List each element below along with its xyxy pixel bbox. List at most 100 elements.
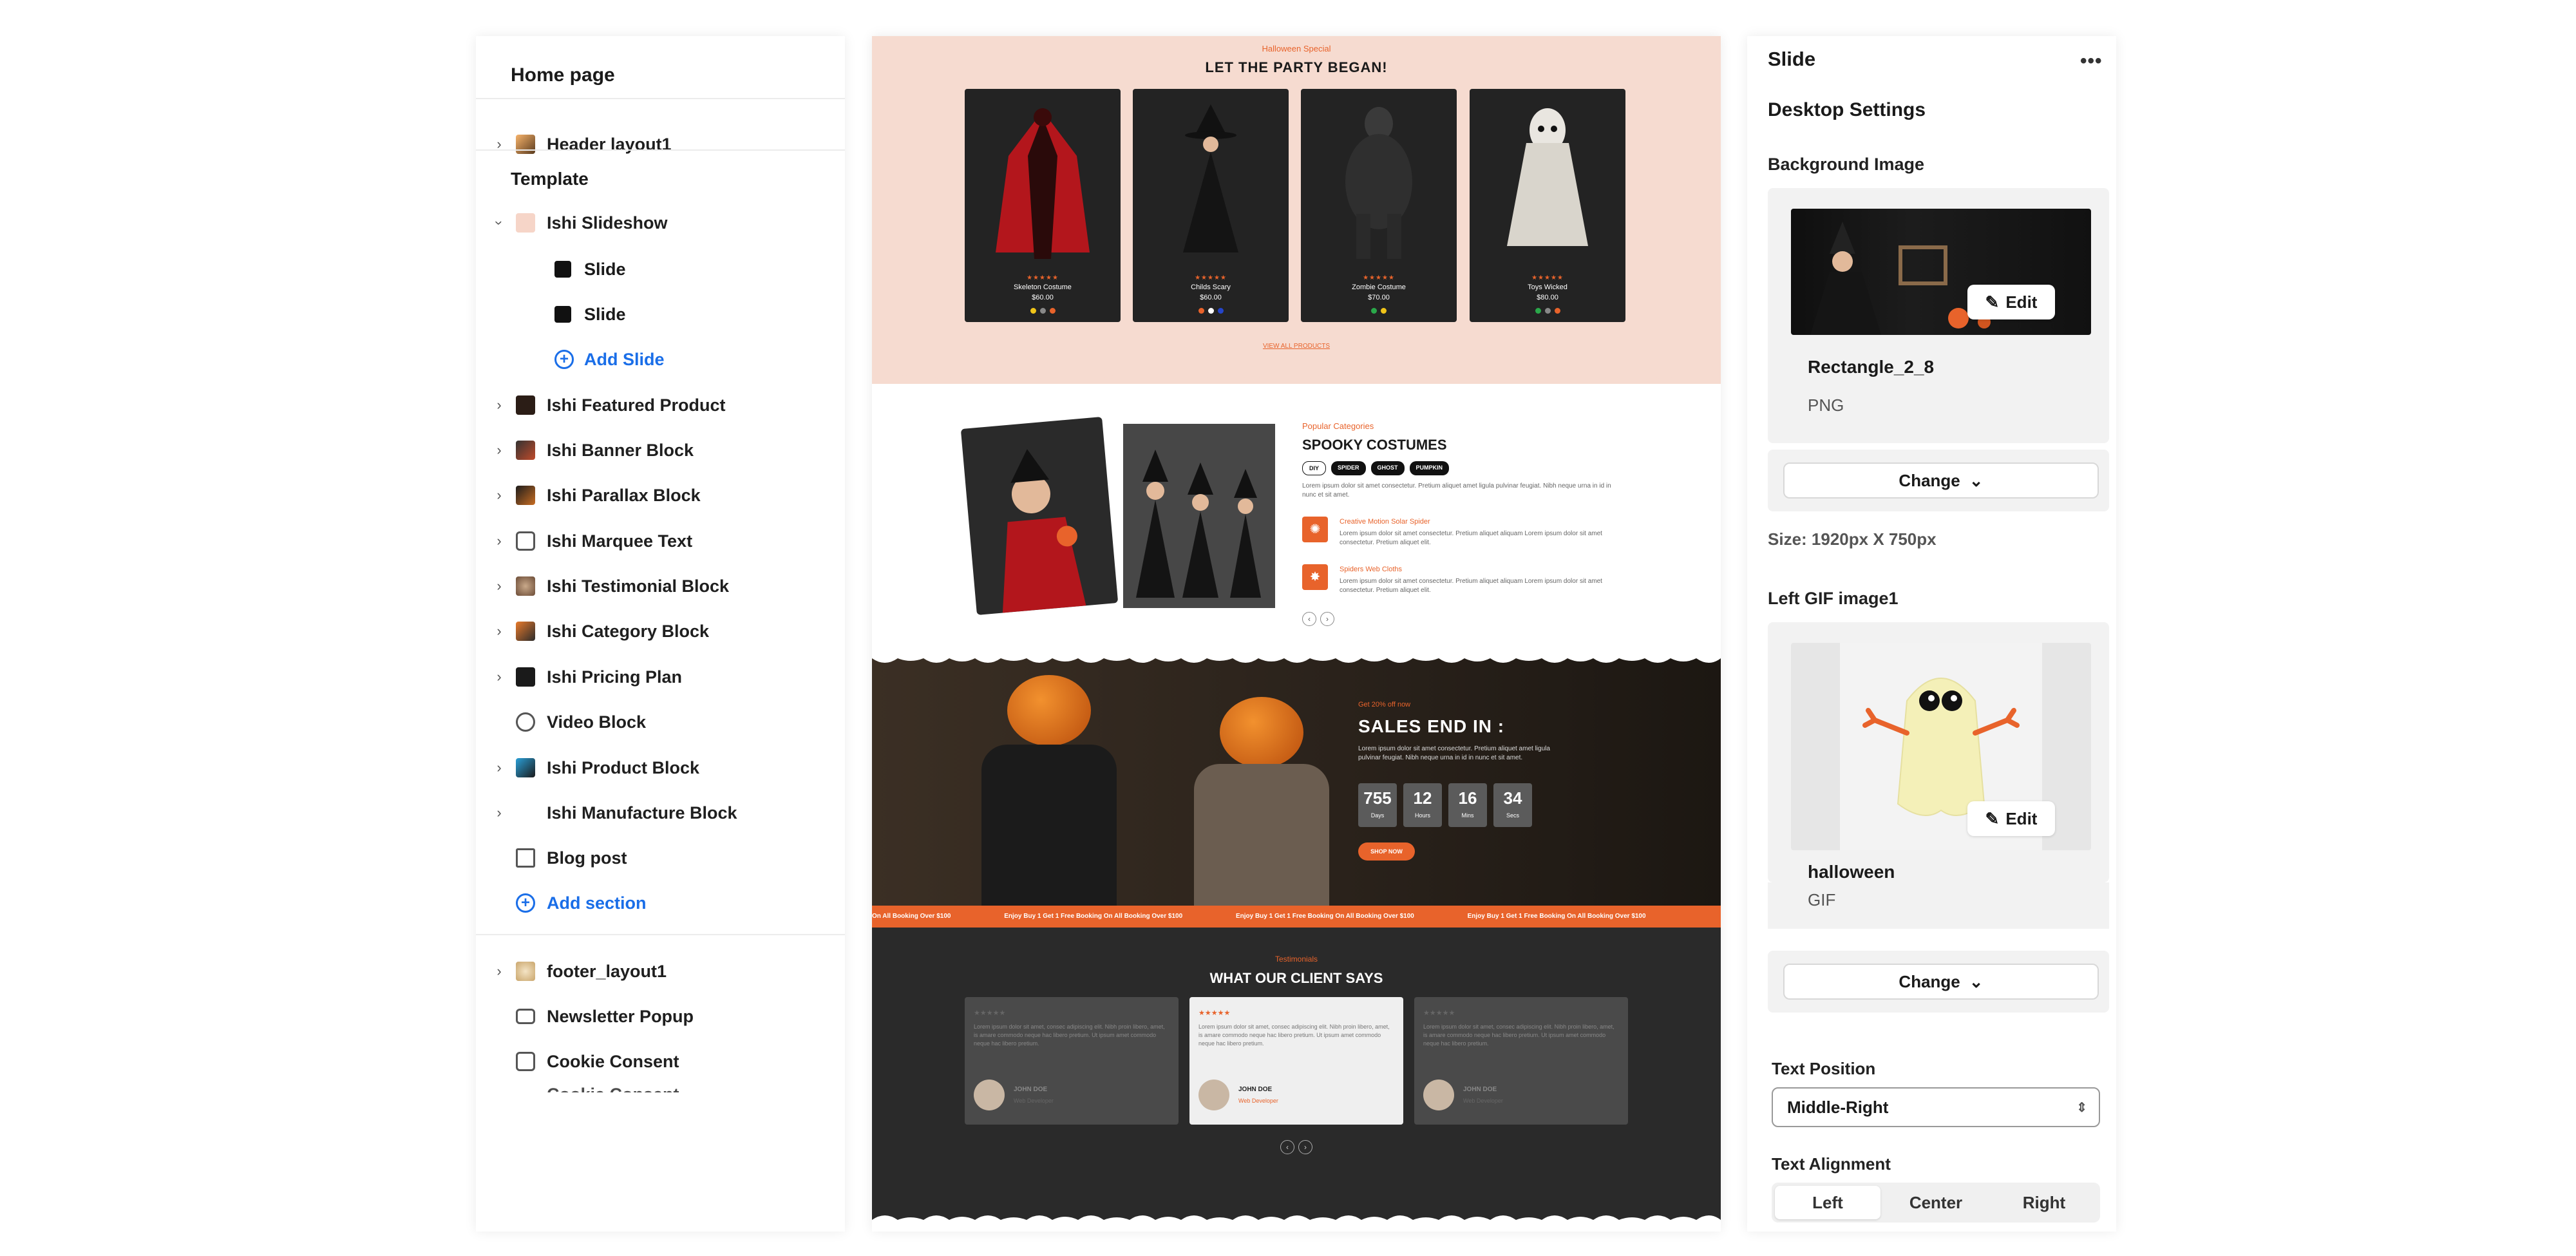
marquee-text: Enjoy Buy 1 Get 1 Free Booking On All Bo… bbox=[1467, 913, 1646, 920]
section-featured-product[interactable]: › Ishi Featured Product bbox=[476, 387, 845, 423]
color-swatch[interactable] bbox=[1371, 308, 1377, 314]
change-image-button[interactable]: Change ⌄ bbox=[1783, 462, 2099, 499]
color-swatch[interactable] bbox=[1544, 308, 1551, 314]
block-label: Slide bbox=[584, 304, 626, 324]
section-footer-layout[interactable]: › footer_layout1 bbox=[476, 953, 845, 989]
category-section: Popular Categories SPOOKY COSTUMES DIY S… bbox=[872, 384, 1721, 654]
section-slideshow[interactable]: › Ishi Slideshow bbox=[476, 205, 845, 241]
section-description: Lorem ipsum dolor sit amet consectetur. … bbox=[1302, 482, 1611, 499]
color-swatch[interactable] bbox=[1039, 308, 1046, 314]
more-options-icon[interactable]: ••• bbox=[2080, 50, 2103, 72]
prev-arrow-icon[interactable]: ‹ bbox=[1302, 612, 1316, 626]
chevron-right-icon[interactable]: › bbox=[493, 624, 506, 638]
chevron-right-icon[interactable]: › bbox=[493, 670, 506, 684]
tag-chip[interactable]: DIY bbox=[1302, 461, 1327, 475]
tag-chip[interactable]: PUMPKIN bbox=[1409, 461, 1450, 475]
change-gif-button[interactable]: Change ⌄ bbox=[1783, 964, 2099, 1000]
testimonial-name: JOHN DOE bbox=[1463, 1086, 1497, 1093]
layout-icon bbox=[516, 1052, 535, 1071]
section-kicker: Popular Categories bbox=[1302, 421, 1374, 431]
product-name: Skeleton Costume bbox=[1014, 283, 1072, 291]
section-label: Ishi Category Block bbox=[547, 621, 710, 641]
section-newsletter-popup[interactable]: Newsletter Popup bbox=[476, 998, 845, 1034]
chevron-right-icon[interactable]: › bbox=[493, 488, 506, 502]
edit-image-button[interactable]: ✎ Edit bbox=[1967, 801, 2055, 836]
section-manufacture-block[interactable]: › Ishi Manufacture Block bbox=[476, 795, 845, 831]
color-swatch[interactable] bbox=[1030, 308, 1036, 314]
chevron-right-icon[interactable]: › bbox=[493, 964, 506, 978]
color-swatch[interactable] bbox=[1535, 308, 1541, 314]
marquee-bar: On All Booking Over $100 Enjoy Buy 1 Get… bbox=[872, 906, 1721, 928]
tag-chip[interactable]: GHOST bbox=[1370, 461, 1405, 475]
theme-preview: Halloween Special LET THE PARTY BEGAN! ★… bbox=[872, 36, 1721, 1232]
chevron-right-icon[interactable]: › bbox=[493, 761, 506, 775]
gif-meta: GIF bbox=[1768, 882, 2109, 929]
blog-post-icon bbox=[516, 848, 535, 868]
product-card[interactable]: ★★★★★ Childs Scary $60.00 bbox=[1133, 89, 1289, 322]
testimonial-card[interactable]: ★★★★★ Lorem ipsum dolor sit amet, consec… bbox=[965, 997, 1179, 1125]
marquee-text: Enjoy Buy 1 Get 1 Free Booking On All Bo… bbox=[1004, 913, 1183, 920]
chevron-right-icon[interactable]: › bbox=[493, 137, 506, 151]
edit-image-button[interactable]: ✎ Edit bbox=[1967, 285, 2055, 319]
product-image bbox=[1183, 104, 1238, 252]
product-card[interactable]: ★★★★★ Toys Wicked $80.00 bbox=[1470, 89, 1625, 322]
section-header-layout[interactable]: › Header layout1 bbox=[476, 126, 845, 162]
text-position-select[interactable]: Middle-Right ⇕ bbox=[1772, 1087, 2100, 1127]
section-parallax-block[interactable]: › Ishi Parallax Block bbox=[476, 477, 845, 513]
shop-now-button[interactable]: SHOP NOW bbox=[1358, 842, 1415, 861]
person-silhouette bbox=[1194, 764, 1329, 906]
section-cookie-consent-cut[interactable]: Cookie Consent bbox=[476, 1073, 845, 1092]
testimonial-card[interactable]: ★★★★★ Lorem ipsum dolor sit amet, consec… bbox=[1189, 997, 1403, 1125]
view-all-products-link[interactable]: VIEW ALL PRODUCTS bbox=[872, 343, 1721, 350]
color-swatch[interactable] bbox=[1208, 308, 1214, 314]
product-card[interactable]: ★★★★★ Skeleton Costume $60.00 bbox=[965, 89, 1121, 322]
chevron-down-icon[interactable]: › bbox=[491, 216, 507, 229]
next-arrow-icon[interactable]: › bbox=[1320, 612, 1334, 626]
add-slide-button[interactable]: + Add Slide bbox=[476, 341, 845, 377]
color-swatch[interactable] bbox=[1217, 308, 1224, 314]
add-section-button[interactable]: + Add section bbox=[476, 885, 845, 921]
section-video-block[interactable]: Video Block bbox=[476, 704, 845, 740]
color-swatch[interactable] bbox=[1554, 308, 1560, 314]
drip-divider bbox=[872, 654, 1721, 663]
section-label: Ishi Slideshow bbox=[547, 213, 668, 233]
chevron-right-icon[interactable]: › bbox=[493, 443, 506, 457]
testimonial-card[interactable]: ★★★★★ Lorem ipsum dolor sit amet, consec… bbox=[1414, 997, 1628, 1125]
slide-thumbnail bbox=[554, 306, 571, 323]
change-image-area: Change ⌄ bbox=[1768, 450, 2109, 511]
section-banner-block[interactable]: › Ishi Banner Block bbox=[476, 432, 845, 468]
block-slide-2[interactable]: Slide bbox=[476, 296, 845, 332]
block-slide-1[interactable]: Slide bbox=[476, 251, 845, 287]
section-thumbnail bbox=[516, 486, 535, 505]
chevron-right-icon[interactable]: › bbox=[493, 398, 506, 412]
prev-arrow-icon[interactable]: ‹ bbox=[1280, 1140, 1294, 1154]
color-swatch[interactable] bbox=[1198, 308, 1204, 314]
section-label: footer_layout1 bbox=[547, 961, 667, 981]
align-left-option[interactable]: Left bbox=[1775, 1186, 1880, 1219]
section-pricing-plan[interactable]: › Ishi Pricing Plan bbox=[476, 659, 845, 695]
product-name: Zombie Costume bbox=[1352, 283, 1406, 291]
section-thumbnail bbox=[516, 441, 535, 460]
color-swatches bbox=[965, 305, 1121, 317]
next-arrow-icon[interactable]: › bbox=[1298, 1140, 1312, 1154]
pumpkin-head bbox=[1007, 675, 1091, 746]
chevron-right-icon[interactable]: › bbox=[493, 579, 506, 593]
align-right-option[interactable]: Right bbox=[1991, 1186, 2097, 1219]
web-icon: ✸ bbox=[1302, 564, 1328, 590]
section-category-block[interactable]: › Ishi Category Block bbox=[476, 613, 845, 649]
chevron-right-icon[interactable]: › bbox=[493, 806, 506, 820]
color-swatch[interactable] bbox=[1049, 308, 1056, 314]
product-card[interactable]: ★★★★★ Zombie Costume $70.00 bbox=[1301, 89, 1457, 322]
testimonial-name: JOHN DOE bbox=[1238, 1086, 1273, 1093]
section-blog-post[interactable]: Blog post bbox=[476, 840, 845, 876]
pencil-icon: ✎ bbox=[1985, 808, 2000, 828]
product-image bbox=[1507, 108, 1588, 246]
tag-chip[interactable]: SPIDER bbox=[1331, 461, 1366, 475]
product-name: Childs Scary bbox=[1191, 283, 1231, 291]
chevron-right-icon[interactable]: › bbox=[493, 534, 506, 548]
section-marquee-text[interactable]: › Ishi Marquee Text bbox=[476, 523, 845, 559]
section-product-block[interactable]: › Ishi Product Block bbox=[476, 750, 845, 786]
section-testimonial-block[interactable]: › Ishi Testimonial Block bbox=[476, 568, 845, 604]
align-center-option[interactable]: Center bbox=[1883, 1186, 1989, 1219]
color-swatch[interactable] bbox=[1381, 308, 1387, 314]
